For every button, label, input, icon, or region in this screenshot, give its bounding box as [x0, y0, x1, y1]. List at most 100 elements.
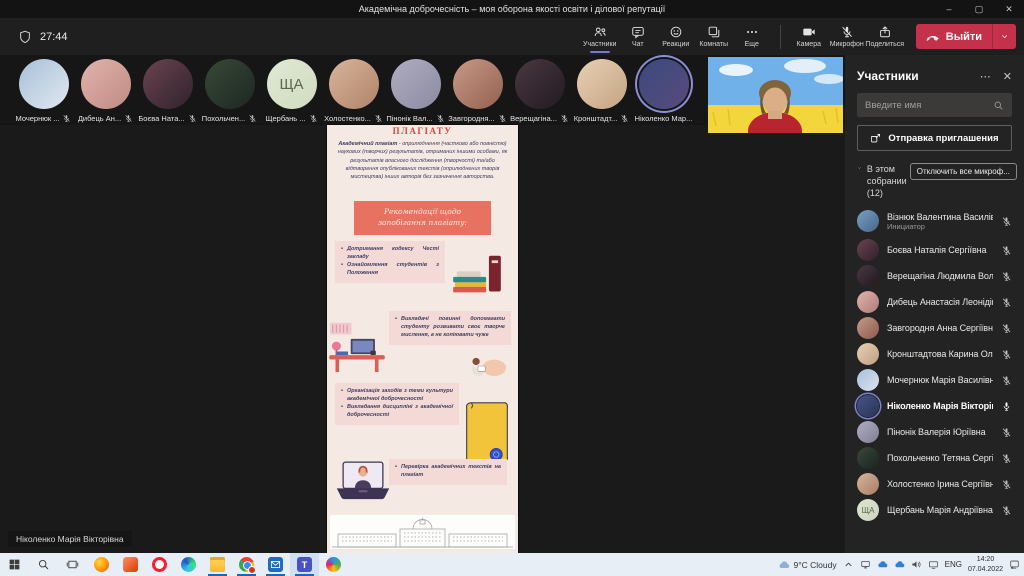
participant-tile-active-speaker[interactable]: Ніколенко Мар... [634, 55, 693, 123]
taskbar-clock[interactable]: 14:20 07.04.2022 [968, 555, 1003, 573]
avatar [857, 473, 879, 495]
device-tray-icon[interactable] [860, 559, 871, 570]
taskbar-app-mail[interactable] [261, 553, 290, 576]
participant-search-box[interactable] [857, 93, 1012, 117]
onedrive-cloud-icon[interactable] [877, 559, 888, 570]
ukraine-flag-webcam-scene [708, 57, 843, 133]
mic-off-icon[interactable] [1001, 216, 1012, 227]
avatar [81, 59, 131, 109]
window-title-bar: Академічна доброчесність – моя оборона я… [0, 0, 1024, 18]
taskbar-app-edge[interactable] [174, 553, 203, 576]
mic-off-icon[interactable] [1001, 453, 1012, 464]
participant-tile[interactable]: Похольчен... [200, 55, 259, 123]
mic-off-icon[interactable] [1001, 323, 1012, 334]
mic-off-icon[interactable] [1001, 375, 1012, 386]
taskbar-app-teams[interactable]: T [290, 553, 319, 576]
participant-tile[interactable]: Пінонік Вал... [386, 55, 445, 123]
leave-options-button[interactable] [993, 32, 1016, 41]
mic-off-icon [188, 114, 197, 123]
maximize-button[interactable]: ▢ [964, 0, 994, 18]
avatar [857, 291, 879, 313]
participant-row[interactable]: Холостенко Ірина Сергіївна [845, 471, 1024, 497]
send-invite-button[interactable]: Отправка приглашения [857, 125, 1012, 151]
taskbar-search-button[interactable] [29, 553, 58, 576]
taskbar-app-office[interactable] [116, 553, 145, 576]
network-icon[interactable] [928, 559, 939, 570]
participant-tile[interactable]: Дибець Ан... [76, 55, 135, 123]
participant-count: (12) [867, 187, 910, 199]
participant-row[interactable]: Верещагіна Людмила Володим... [845, 263, 1024, 289]
taskbar-app-firefox[interactable] [87, 553, 116, 576]
participant-row[interactable]: Кронштадтова Карина Олегівна [845, 341, 1024, 367]
search-input[interactable] [865, 100, 987, 111]
participant-tile[interactable]: Холостенко... [324, 55, 383, 123]
weather-widget[interactable]: 9°C Cloudy [778, 559, 837, 571]
chevron-down-icon [1000, 32, 1009, 41]
toolbar-camera-button[interactable]: Камера [790, 18, 828, 55]
toolbar-participants-button[interactable]: Участники [581, 18, 619, 55]
hidden-icons-chevron-icon[interactable] [843, 559, 854, 570]
participants-panel-header: Участники ⋯ ✕ [845, 55, 1024, 93]
participant-row[interactable]: Завгородня Анна Сергіївна [845, 315, 1024, 341]
mic-off-icon[interactable] [1001, 505, 1012, 516]
language-indicator[interactable]: ENG [945, 560, 962, 569]
taskbar-app-opera[interactable] [145, 553, 174, 576]
mic-off-icon[interactable] [1001, 245, 1012, 256]
leave-button[interactable]: Выйти [916, 30, 992, 44]
participant-tile[interactable]: Завгородня... [448, 55, 507, 123]
taskbar-app-chrome[interactable] [232, 553, 261, 576]
file-explorer-icon [210, 557, 225, 572]
participant-row[interactable]: Мочернюк Марія Василівна [845, 367, 1024, 393]
mic-off-icon[interactable] [1001, 349, 1012, 360]
participant-row-active-speaker[interactable]: Ніколенко Марія Вікторівна [845, 393, 1024, 419]
participant-tile[interactable]: ЩА Щербань ... [262, 55, 321, 123]
panel-title: Участники [857, 69, 968, 83]
mic-off-icon[interactable] [1001, 297, 1012, 308]
toolbar-rooms-button[interactable]: Комнаты [695, 18, 733, 55]
avatar [857, 369, 879, 391]
mic-off-icon[interactable] [1001, 427, 1012, 438]
participant-tile[interactable]: Кронштадт... [572, 55, 631, 123]
participant-row[interactable]: Похольченко Тетяна Сергіївна [845, 445, 1024, 471]
avatar [329, 59, 379, 109]
avatar-initials: ЩА [857, 499, 879, 521]
avatar [857, 447, 879, 469]
toolbar-buttons: Участники Чат Реакции Комнаты Еще Каме [581, 18, 1016, 55]
hangup-phone-icon [926, 30, 940, 44]
close-button[interactable]: ✕ [994, 0, 1024, 18]
participant-row[interactable]: Візнюк Валентина ВасилівнаИнициатор [845, 205, 1024, 237]
avatar [857, 421, 879, 443]
toolbar-chat-button[interactable]: Чат [619, 18, 657, 55]
mute-all-button[interactable]: Отключить все микроф... [910, 163, 1017, 180]
panel-close-icon[interactable]: ✕ [1003, 70, 1012, 83]
task-view-button[interactable] [58, 553, 87, 576]
avatar [205, 59, 255, 109]
start-button[interactable] [0, 553, 29, 576]
toolbar-microphone-button[interactable]: Микрофон [828, 18, 866, 55]
toolbar-share-button[interactable]: Поделиться [866, 18, 904, 55]
taskbar-app-file-explorer[interactable] [203, 553, 232, 576]
participant-row[interactable]: Пінонік Валерія Юріївна [845, 419, 1024, 445]
action-center-icon[interactable] [1009, 559, 1020, 570]
panel-more-icon[interactable]: ⋯ [980, 70, 991, 83]
self-view-video[interactable] [708, 57, 843, 133]
toolbar-reactions-button[interactable]: Реакции [657, 18, 695, 55]
timer-value: 27:44 [40, 31, 68, 43]
participant-tile[interactable]: Мочернюк ... [14, 55, 73, 123]
participant-tile[interactable]: Боєва Ната... [138, 55, 197, 123]
participant-row[interactable]: Дибець Анастасія Леонідівна [845, 289, 1024, 315]
participant-row[interactable]: Боєва Наталія Сергіївна [845, 237, 1024, 263]
toolbar-more-button[interactable]: Еще [733, 18, 771, 55]
participant-row[interactable]: ЩА Щербань Марія Андріївна [845, 497, 1024, 523]
volume-icon[interactable] [911, 559, 922, 570]
mic-on-icon[interactable] [1001, 401, 1012, 412]
camera-icon [802, 25, 816, 39]
onedrive-cloud-icon[interactable] [894, 559, 905, 570]
minimize-button[interactable]: – [934, 0, 964, 18]
taskbar-app-photos[interactable] [319, 553, 348, 576]
section-label-group[interactable]: В этом собрании (12) [857, 163, 910, 199]
avatar [639, 59, 689, 109]
participant-tile[interactable]: Верещагіна... [510, 55, 569, 123]
mic-off-icon[interactable] [1001, 271, 1012, 282]
mic-off-icon[interactable] [1001, 479, 1012, 490]
